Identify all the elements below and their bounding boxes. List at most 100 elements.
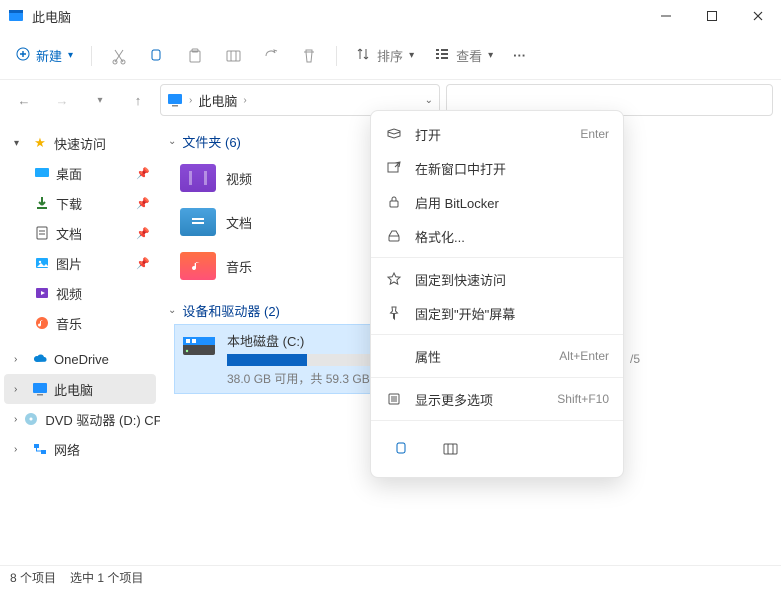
- back-button[interactable]: ←: [8, 84, 40, 116]
- new-button[interactable]: 新建 ▾: [8, 38, 81, 74]
- sidebar-item-downloads[interactable]: 下载 📌: [4, 188, 156, 218]
- window-controls: [643, 0, 781, 32]
- ctx-sep: [371, 377, 623, 378]
- ctx-format[interactable]: 格式化...: [371, 219, 623, 253]
- sidebar-item-videos[interactable]: 视频: [4, 278, 156, 308]
- chevron-down-icon: ▾: [68, 50, 73, 61]
- minimize-button[interactable]: [643, 0, 689, 32]
- pin-icon: 📌: [136, 227, 150, 240]
- chevron-down-icon: ⌄: [168, 305, 176, 316]
- chevron-down-icon: ▾: [14, 138, 26, 149]
- folder-label: 文档: [226, 213, 252, 232]
- sidebar-item-label: 文档: [56, 224, 82, 243]
- ctx-copy-button[interactable]: [385, 431, 419, 467]
- ctx-footer: [371, 425, 623, 471]
- breadcrumb-sep: ›: [243, 95, 246, 106]
- ctx-sep: [371, 334, 623, 335]
- disc-icon: [23, 411, 39, 427]
- sidebar-this-pc[interactable]: › 此电脑: [4, 374, 156, 404]
- drive-item-c[interactable]: 本地磁盘 (C:) 38.0 GB 可用，共 59.3 GB: [174, 324, 394, 394]
- pin-icon: 📌: [136, 257, 150, 270]
- sort-button[interactable]: 排序 ▾: [347, 38, 422, 74]
- obscured-text: /5: [630, 352, 640, 366]
- addr-drop-icon[interactable]: ⌄: [425, 95, 433, 106]
- ctx-sep: [371, 257, 623, 258]
- sidebar-item-documents[interactable]: 文档 📌: [4, 218, 156, 248]
- sidebar-dvd[interactable]: › DVD 驱动器 (D:) CP: [4, 404, 156, 434]
- status-bar: 8 个项目 选中 1 个项目: [0, 565, 781, 589]
- sidebar-quick-access[interactable]: ▾ ★ 快速访问: [4, 128, 156, 158]
- sidebar-item-label: 下载: [56, 194, 82, 213]
- more-icon: [385, 391, 403, 407]
- sidebar-item-label: 此电脑: [54, 380, 93, 399]
- ctx-label: 固定到"开始"屏幕: [415, 304, 515, 323]
- app-icon: [8, 8, 24, 24]
- copy-button[interactable]: [140, 38, 174, 74]
- ctx-shortcut: Alt+Enter: [559, 349, 609, 363]
- sort-icon: [355, 46, 371, 65]
- desktop-icon: [34, 165, 50, 181]
- up-button[interactable]: ↑: [122, 84, 154, 116]
- folder-label: 视频: [226, 169, 252, 188]
- sidebar-item-label: 视频: [56, 284, 82, 303]
- ctx-label: 格式化...: [415, 227, 465, 246]
- view-icon: [434, 46, 450, 65]
- chevron-right-icon: ›: [14, 444, 26, 455]
- sidebar-item-pictures[interactable]: 图片 📌: [4, 248, 156, 278]
- view-label: 查看: [456, 46, 482, 65]
- paste-button[interactable]: [178, 38, 212, 74]
- star-icon: ★: [32, 135, 48, 151]
- more-button[interactable]: ···: [505, 38, 534, 74]
- context-menu: 打开 Enter 在新窗口中打开 启用 BitLocker 格式化... 固定到…: [370, 110, 624, 478]
- sidebar-onedrive[interactable]: › OneDrive: [4, 344, 156, 374]
- format-icon: [385, 228, 403, 244]
- ctx-new-window[interactable]: 在新窗口中打开: [371, 151, 623, 185]
- sidebar-item-label: 图片: [56, 254, 82, 273]
- folder-video-icon: [180, 164, 216, 192]
- cut-button[interactable]: [102, 38, 136, 74]
- plus-icon: [16, 47, 30, 64]
- ctx-label: 在新窗口中打开: [415, 159, 506, 178]
- ctx-open[interactable]: 打开 Enter: [371, 117, 623, 151]
- drive-label: 本地磁盘 (C:): [227, 331, 387, 350]
- sidebar-item-desktop[interactable]: 桌面 📌: [4, 158, 156, 188]
- status-selected-count: 选中 1 个项目: [70, 569, 143, 586]
- toolbar-sep: [336, 46, 337, 66]
- toolbar-sep: [91, 46, 92, 66]
- drive-free-text: 38.0 GB 可用，共 59.3 GB: [227, 370, 387, 387]
- sidebar-network[interactable]: › 网络: [4, 434, 156, 464]
- new-window-icon: [385, 160, 403, 176]
- document-icon: [34, 225, 50, 241]
- ctx-rename-button[interactable]: [433, 431, 467, 467]
- rename-button[interactable]: [216, 38, 250, 74]
- ctx-properties[interactable]: 属性 Alt+Enter: [371, 339, 623, 373]
- ctx-more-options[interactable]: 显示更多选项 Shift+F10: [371, 382, 623, 416]
- download-icon: [34, 195, 50, 211]
- breadcrumb-root[interactable]: 此电脑: [198, 91, 237, 110]
- folder-label: 音乐: [226, 257, 252, 276]
- delete-button[interactable]: [292, 38, 326, 74]
- ctx-bitlocker[interactable]: 启用 BitLocker: [371, 185, 623, 219]
- star-icon: [385, 271, 403, 287]
- pin-icon: 📌: [136, 197, 150, 210]
- new-label: 新建: [36, 46, 62, 65]
- ctx-pin-quick[interactable]: 固定到快速访问: [371, 262, 623, 296]
- monitor-icon: [32, 381, 48, 397]
- forward-button[interactable]: →: [46, 84, 78, 116]
- breadcrumb-sep: ›: [189, 95, 192, 106]
- sidebar-item-music[interactable]: 音乐: [4, 308, 156, 338]
- maximize-button[interactable]: [689, 0, 735, 32]
- close-button[interactable]: [735, 0, 781, 32]
- chevron-down-icon: ▾: [409, 50, 414, 61]
- drive-capacity-bar: [227, 354, 387, 366]
- ctx-sep: [371, 420, 623, 421]
- open-icon: [385, 126, 403, 142]
- recent-button[interactable]: ▾: [84, 84, 116, 116]
- ctx-pin-start[interactable]: 固定到"开始"屏幕: [371, 296, 623, 330]
- sort-label: 排序: [377, 46, 403, 65]
- view-button[interactable]: 查看 ▾: [426, 38, 501, 74]
- ctx-label: 固定到快速访问: [415, 270, 506, 289]
- share-button[interactable]: [254, 38, 288, 74]
- section-title: 设备和驱动器 (2): [182, 301, 280, 320]
- picture-icon: [34, 255, 50, 271]
